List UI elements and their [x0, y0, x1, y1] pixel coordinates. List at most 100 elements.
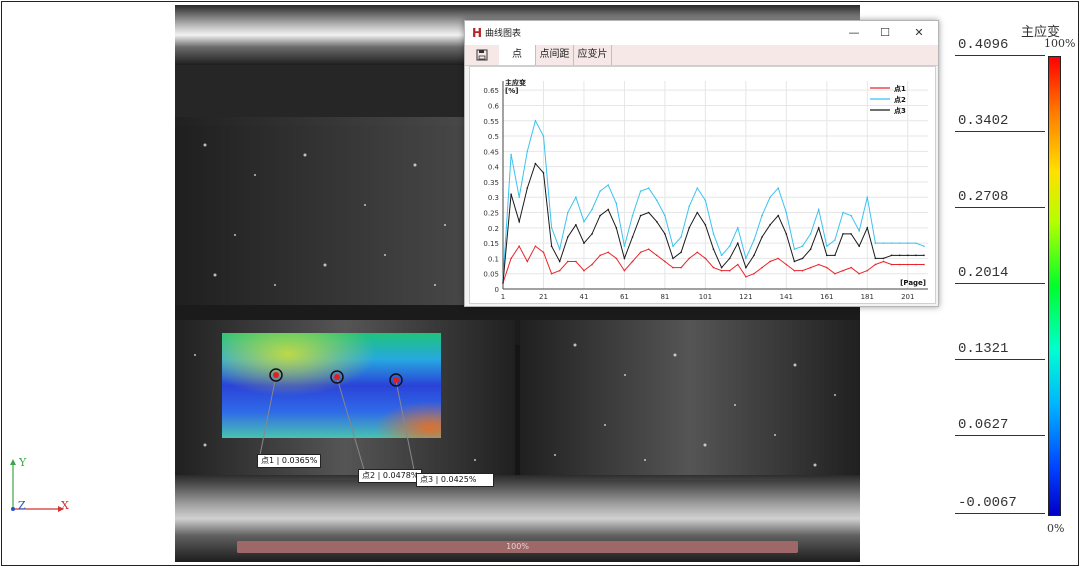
data-point — [647, 211, 650, 214]
data-point — [842, 211, 844, 214]
save-icon[interactable] — [465, 45, 500, 65]
data-point — [591, 208, 593, 211]
data-point — [890, 254, 893, 257]
data-point — [712, 233, 715, 235]
data-point — [510, 257, 512, 260]
data-point — [672, 257, 674, 260]
data-point — [785, 263, 788, 266]
data-point — [890, 242, 893, 244]
legend-entry: 点3 — [894, 106, 906, 115]
tab-point-distance[interactable]: 点间距 — [536, 45, 574, 65]
point2-callout[interactable]: 点2 | 0.0478% — [358, 469, 423, 483]
data-point — [890, 263, 893, 266]
z-axis-label: Z — [18, 499, 26, 512]
y-tick-label: 0.65 — [483, 87, 499, 95]
data-point — [834, 272, 836, 275]
data-point — [817, 263, 820, 266]
data-point — [615, 227, 618, 229]
data-point — [623, 257, 626, 260]
data-point — [688, 257, 690, 260]
data-point — [591, 263, 593, 266]
data-point — [882, 242, 885, 244]
point1-callout[interactable]: 点1 | 0.0365% — [257, 454, 322, 468]
data-point — [599, 190, 601, 192]
series-line-1 — [502, 245, 924, 284]
y-tick-label: 0.15 — [483, 240, 499, 248]
data-point — [923, 245, 925, 247]
x-axis-title: [Page] — [900, 279, 926, 287]
legend-tick: 0.3402 — [955, 111, 1045, 132]
data-point — [915, 263, 917, 266]
data-point — [526, 260, 529, 263]
data-point — [728, 257, 731, 260]
data-point — [809, 266, 812, 269]
data-point — [631, 236, 634, 238]
strain-line-chart[interactable]: 0 0.05 0.1 0.15 0.2 0.25 0.3 0.35 0.4 0.45 0.5 0.55… — [469, 66, 936, 304]
data-point — [761, 214, 763, 217]
minimize-button[interactable]: — — [840, 23, 868, 43]
data-point — [502, 282, 504, 284]
data-point — [736, 242, 739, 244]
data-point — [656, 220, 658, 223]
y-tick-label: 0 — [495, 286, 499, 294]
data-point — [866, 227, 869, 229]
data-point — [510, 153, 512, 156]
data-point — [915, 254, 917, 257]
maximize-button[interactable]: ☐ — [871, 23, 899, 43]
data-point — [826, 266, 828, 269]
data-point — [558, 269, 561, 272]
data-point — [923, 263, 925, 266]
close-button[interactable]: ✕ — [905, 23, 933, 43]
data-point — [664, 233, 666, 235]
data-point — [542, 251, 545, 254]
strain-color-legend: 主应变 100% 0% 0.4096 0.3402 0.2708 0.2014 … — [955, 18, 1077, 538]
data-point — [793, 269, 796, 272]
data-point — [647, 248, 650, 251]
data-point — [664, 260, 666, 263]
data-point — [793, 260, 796, 263]
y-tick-label: 0.5 — [488, 133, 499, 141]
data-point — [704, 199, 707, 202]
data-point — [817, 227, 820, 229]
tab-points[interactable]: 点 — [499, 45, 536, 65]
y-tick-label: 0.55 — [483, 118, 499, 126]
data-point — [753, 254, 755, 257]
legend-top-pct: 100% — [1044, 37, 1076, 50]
tab-strain-gauge[interactable]: 应变片 — [574, 45, 612, 65]
x-tick-label: 121 — [739, 293, 752, 301]
data-point — [745, 257, 747, 260]
data-point — [534, 245, 537, 247]
legend-tick: 0.4096 — [955, 35, 1045, 56]
data-point — [809, 233, 812, 235]
data-point — [777, 187, 780, 189]
data-point — [647, 187, 650, 189]
data-point — [745, 275, 747, 278]
data-point — [720, 254, 723, 257]
data-point — [874, 242, 877, 244]
data-point — [801, 257, 804, 260]
data-point — [558, 260, 561, 263]
x-tick-label: 201 — [901, 293, 914, 301]
data-point — [769, 223, 771, 226]
data-point — [866, 269, 869, 272]
data-point — [785, 233, 788, 235]
curve-chart-window[interactable]: H 曲线图表 — ☐ ✕ 点 点间距 应变片 0 0.05 0.1 0.15 0.2 0.… — [464, 20, 939, 307]
data-point — [550, 245, 553, 247]
progress-bar[interactable]: 100% — [237, 541, 798, 553]
data-point — [720, 266, 723, 269]
point3-callout[interactable]: 点3 | 0.0425% — [416, 473, 494, 487]
data-point — [906, 263, 909, 266]
legend-tick: 0.1321 — [955, 339, 1045, 360]
tab-bar: 点 点间距 应变片 — [465, 45, 938, 66]
data-point — [858, 245, 860, 247]
data-point — [761, 236, 763, 238]
data-point — [583, 242, 585, 244]
window-title: 曲线图表 — [485, 29, 522, 39]
window-titlebar[interactable]: H 曲线图表 — ☐ ✕ — [465, 21, 938, 45]
data-point — [712, 266, 715, 269]
x-tick-label: 161 — [820, 293, 833, 301]
data-point — [680, 266, 682, 269]
data-point — [850, 266, 852, 269]
data-point — [777, 257, 780, 260]
data-point — [866, 196, 869, 199]
